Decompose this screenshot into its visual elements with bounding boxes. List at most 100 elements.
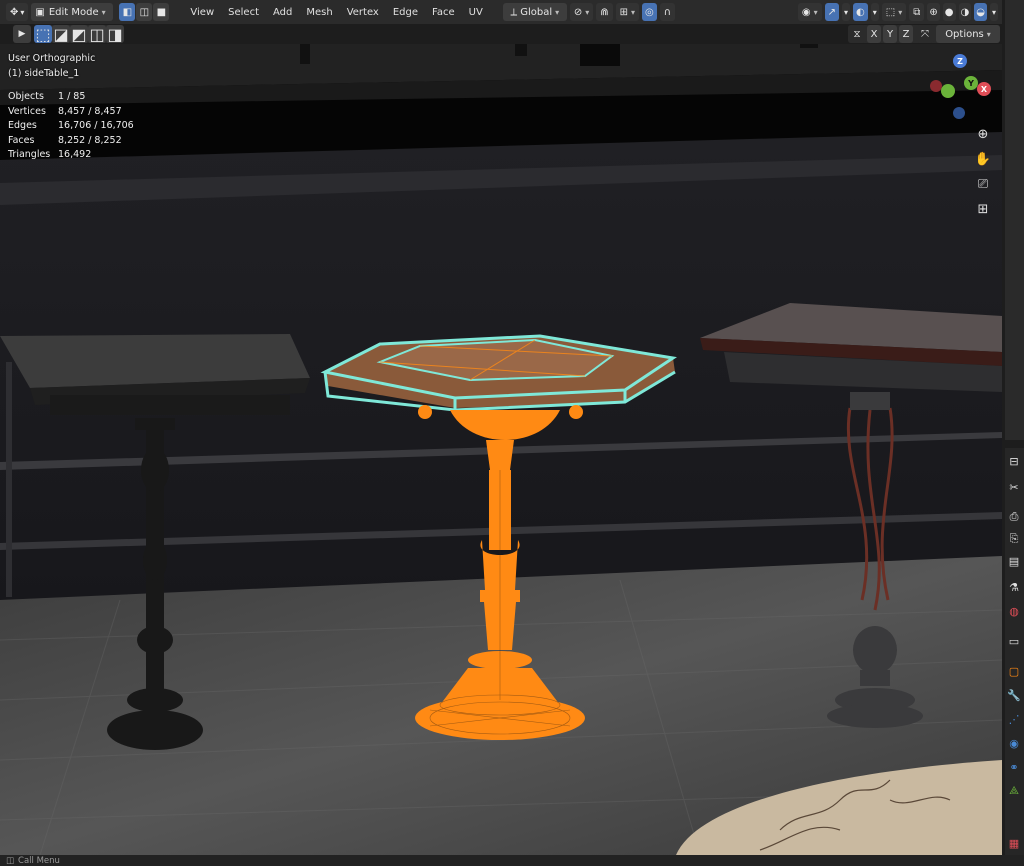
stat-faces: Faces 8,252 / 8,252 [8,134,122,146]
gizmo-z-axis[interactable]: Z [953,54,967,68]
gizmo-y-axis[interactable]: Y [964,76,978,90]
object-tab-icon[interactable]: ▢ [1005,662,1023,680]
status-hint: Call Menu [18,855,60,866]
menu-select[interactable]: Select [221,3,266,21]
gizmo-x-axis[interactable]: X [977,82,991,96]
proportional-icon: ◎ [645,6,654,18]
gizmo-neg-z-axis[interactable] [953,107,965,119]
editor-type-button[interactable]: ✥ ▾ [6,3,29,21]
menu-uv[interactable]: UV [462,3,490,21]
shading-wireframe-button[interactable]: ⊕ [927,3,940,21]
menu-vertex[interactable]: Vertex [340,3,386,21]
gizmo-dropdown[interactable]: ▾ [842,3,851,21]
solid-sphere-icon: ● [944,6,954,18]
shading-rendered-button[interactable]: ◒ [974,3,987,21]
stat-edges: Edges 16,706 / 16,706 [8,120,134,131]
auto-merge-icon[interactable]: ⤧ [916,25,934,43]
3d-viewport[interactable]: Z Y X ⊕ ✋ ⎚ ⊞ [0,44,1002,855]
mirror-y-toggle[interactable]: Y [883,25,897,43]
active-tool-button[interactable]: ▶ [13,25,31,43]
pan-hand-icon[interactable]: ✋ [974,150,992,168]
select-intersect-icon: ◨ [107,24,123,44]
editor-type-icon: ✥ [10,6,19,18]
snap-toggle[interactable]: ⋒ [596,3,613,21]
viewport-header: ✥▾ ▣ Edit Mode ◧ ◫ ■ View Select Add Mes… [0,0,1002,24]
orientation-icon: ⟂ [510,6,518,18]
menu-mesh[interactable]: Mesh [299,3,339,21]
edge-select-button[interactable]: ◫ [136,3,153,21]
shading-solid-button[interactable]: ● [942,3,956,21]
material-sphere-icon: ◑ [960,6,970,18]
material-tab-icon[interactable]: ▦ [1005,834,1023,852]
shading-material-button[interactable]: ◑ [958,3,972,21]
vertex-select-button[interactable]: ◧ [119,3,136,21]
mouse-icon: ◫ [6,855,15,866]
overlays-icon: ◐ [856,6,865,18]
mirror-z-toggle[interactable]: Z [899,25,913,43]
select-box-invert-button[interactable]: ◫ [88,25,106,44]
data-tab-icon[interactable]: ⟁ [1005,782,1023,800]
face-select-button[interactable]: ■ [153,3,170,21]
overlays-dropdown[interactable]: ▾ [870,3,879,21]
select-new-icon: ⬚ [35,24,51,44]
magnet-icon: ⋒ [600,6,609,18]
proportional-edit-toggle[interactable]: ◎ [642,3,657,21]
mirror-x-toggle[interactable]: X [867,25,881,43]
mode-dropdown[interactable]: ▣ Edit Mode [31,3,114,21]
xray-toggle[interactable]: ⧉ [909,3,925,21]
status-bar: ◫ Call Menu [0,855,1024,866]
select-cursor-icon: ▶ [18,29,26,39]
physics-tab-icon[interactable]: ◉ [1005,734,1023,752]
face-select-icon: ■ [156,6,167,18]
select-subtract-icon: ◩ [71,24,87,44]
gizmo-arrow-icon: ↗ [827,6,837,18]
snap-target-dropdown[interactable]: ⊞ [615,3,640,21]
mirror-options-icon[interactable]: ⧖ [848,25,866,43]
world-tab-icon[interactable]: ◍ [1005,602,1023,620]
mesh-edit-overlays-dropdown[interactable]: ⬚ [881,3,907,21]
select-box-extend-button[interactable]: ◪ [52,24,70,44]
menu-face[interactable]: Face [425,3,462,21]
snap-increment-icon: ⊞ [619,6,629,18]
wireframe-sphere-icon: ⊕ [929,6,938,18]
particles-tab-icon[interactable]: ⋰ [1005,710,1023,728]
transform-orientation-dropdown[interactable]: ⟂ Global [502,3,567,21]
editor-type-icon-properties[interactable]: ⊟ [1005,452,1023,470]
select-box-set-button[interactable]: ⬚ [34,24,52,44]
gizmo-neg-y-axis[interactable] [941,84,955,98]
modifier-tab-icon[interactable]: 🔧 [1005,686,1023,704]
pivot-point-dropdown[interactable]: ⊘ [569,3,594,21]
scene-tab-icon[interactable]: ⚗ [1005,578,1023,596]
scene-render [0,44,1002,855]
statistics-overlay: Objects 1 / 85 Vertices 8,457 / 8,457 Edge… [8,90,134,163]
output-tab-icon[interactable]: ⎘ [1005,530,1023,548]
view-name: User Orthographic [8,53,96,64]
render-tab-icon[interactable]: ⎙ [1005,508,1023,526]
menu-view[interactable]: View [183,3,221,21]
stat-triangles: Triangles 16,492 [8,149,92,160]
shading-dropdown[interactable]: ▾ [989,3,998,21]
tool-settings-tab-icon[interactable]: ✂ [1005,478,1023,496]
collection-tab-icon[interactable]: ▭ [1005,632,1023,650]
mode-label: Edit Mode [48,6,99,18]
menu-edge[interactable]: Edge [386,3,425,21]
gizmo-toggle[interactable]: ↗ [824,3,840,21]
visibility-dropdown[interactable]: ◉ [797,3,822,21]
xray-icon: ⧉ [913,6,921,18]
active-object-name: (1) sideTable_1 [8,67,80,79]
stat-vertices: Vertices 8,457 / 8,457 [8,105,122,117]
constraints-tab-icon[interactable]: ⚭ [1005,758,1023,776]
falloff-dropdown[interactable]: ∩ [659,3,676,21]
select-box-subtract-button[interactable]: ◩ [70,24,88,44]
select-box-intersect-button[interactable]: ◨ [106,24,124,44]
outliner-area[interactable] [1005,0,1024,440]
camera-icon[interactable]: ⎚ [974,175,992,193]
select-extend-icon: ◪ [53,24,69,44]
grid-toggle-icon[interactable]: ⊞ [974,200,992,218]
view-layer-tab-icon[interactable]: ▤ [1005,552,1023,570]
options-dropdown[interactable]: Options [936,25,1000,43]
zoom-icon[interactable]: ⊕ [974,125,992,143]
rendered-sphere-icon: ◒ [976,6,985,18]
menu-add[interactable]: Add [266,3,299,21]
overlays-toggle[interactable]: ◐ [853,3,868,21]
